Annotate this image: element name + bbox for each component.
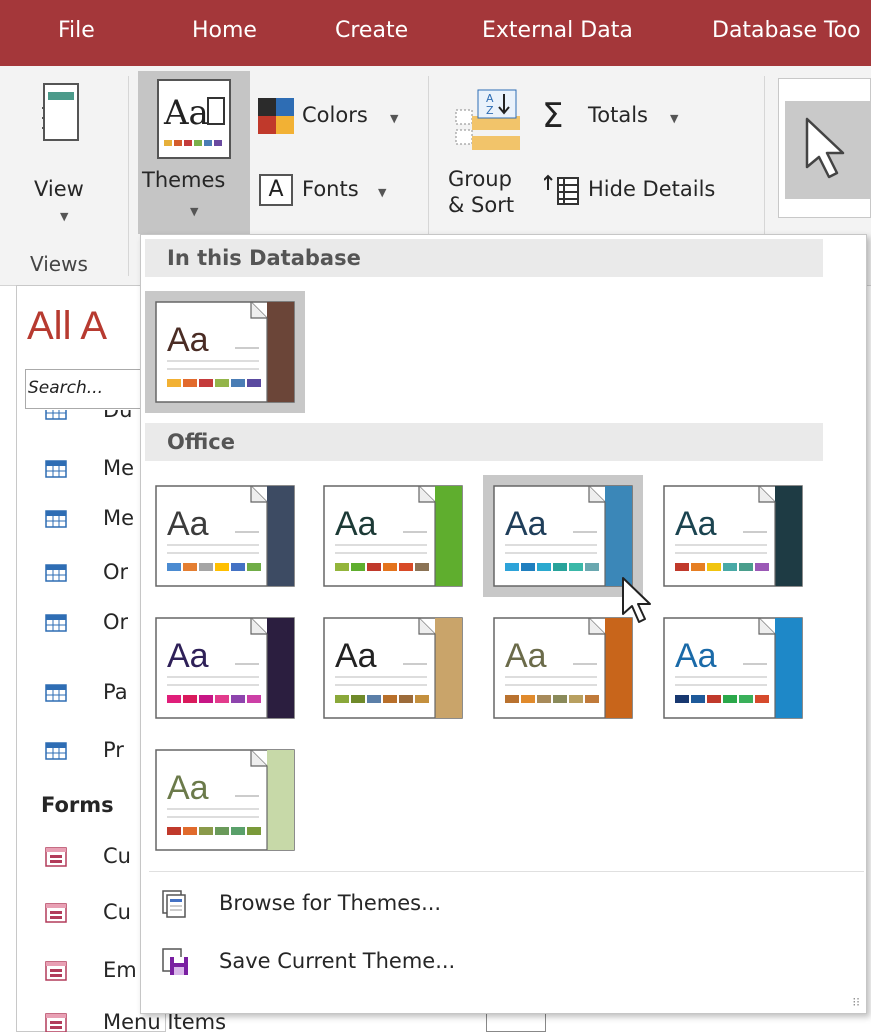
svg-text:Aa: Aa	[505, 505, 547, 543]
tab-database-tools[interactable]: Database Too	[712, 18, 861, 43]
view-label: View	[34, 177, 84, 201]
group-sort-button[interactable]: A Z Group & Sort	[444, 82, 534, 232]
form-icon	[45, 846, 67, 868]
save-current-theme-label: Save Current Theme...	[219, 949, 456, 973]
themes-button[interactable]: Aa Themes ▼	[138, 71, 250, 234]
svg-text:Aa: Aa	[675, 637, 717, 675]
theme-tile-office[interactable]: Aa	[653, 475, 813, 597]
table-icon	[45, 612, 67, 634]
theme-tile-office[interactable]: Aa	[145, 607, 305, 729]
theme-tile-office[interactable]: Aa	[313, 475, 473, 597]
svg-text:Z: Z	[486, 104, 494, 117]
table-icon	[45, 508, 67, 530]
colors-icon	[258, 98, 294, 134]
svg-text:Aa: Aa	[167, 321, 209, 359]
tab-external-data[interactable]: External Data	[482, 18, 633, 43]
theme-tile-office[interactable]: Aa	[145, 739, 305, 861]
group-sort-label-1: Group	[448, 167, 512, 191]
table-icon	[45, 562, 67, 584]
save-current-theme-item[interactable]: Save Current Theme...	[151, 943, 751, 983]
hide-details-icon	[543, 174, 580, 206]
hide-details-button[interactable]: Hide Details	[538, 170, 748, 214]
fonts-label: Fonts	[302, 177, 359, 201]
browse-for-themes-item[interactable]: Browse for Themes...	[151, 885, 751, 925]
theme-thumbnail: Aa	[155, 485, 295, 587]
svg-text:Aa: Aa	[335, 637, 377, 675]
group-separator	[128, 76, 129, 276]
themes-dropdown: In this Database Office Aa Aa Aa Aa Aa A…	[140, 234, 867, 1014]
themes-label: Themes	[142, 168, 226, 192]
theme-thumbnail: Aa	[155, 617, 295, 719]
theme-thumbnail: Aa	[663, 485, 803, 587]
svg-text:Aa: Aa	[167, 637, 209, 675]
theme-thumbnail: Aa	[323, 485, 463, 587]
view-icon	[40, 82, 82, 142]
ribbon-tab-bar: File Home Create External Data Database …	[0, 0, 871, 66]
chevron-down-icon: ▼	[390, 112, 399, 125]
resize-grip-icon[interactable]: ⁝⁝	[852, 995, 860, 1009]
tab-file[interactable]: File	[58, 18, 95, 43]
totals-label: Totals	[588, 103, 648, 127]
view-button[interactable]: View ▼	[26, 76, 104, 226]
search-input[interactable]: Search...	[25, 369, 155, 409]
svg-text:Aa: Aa	[505, 637, 547, 675]
svg-text:Aa: Aa	[167, 505, 209, 543]
views-group-label: Views	[30, 252, 88, 276]
totals-button[interactable]: Σ Totals ▼	[538, 96, 698, 140]
access-window: File Home Create External Data Database …	[0, 0, 871, 1032]
svg-text:Aa: Aa	[675, 505, 717, 543]
mouse-cursor-icon	[620, 576, 654, 626]
browse-for-themes-label: Browse for Themes...	[219, 891, 442, 915]
section-in-this-database: In this Database	[145, 239, 823, 277]
chevron-down-icon: ▼	[378, 186, 387, 199]
section-office: Office	[145, 423, 823, 461]
form-icon	[45, 902, 67, 924]
form-icon	[45, 960, 67, 982]
theme-tile-office[interactable]: Aa	[145, 475, 305, 597]
theme-tile-office[interactable]: Aa	[483, 607, 643, 729]
theme-thumbnail: Aa	[493, 617, 633, 719]
tab-home[interactable]: Home	[192, 18, 257, 43]
table-icon	[45, 410, 67, 422]
save-theme-icon	[161, 947, 191, 977]
theme-thumbnail: Aa	[155, 749, 295, 851]
theme-tile-office[interactable]: Aa	[653, 607, 813, 729]
theme-thumbnail: Aa	[323, 617, 463, 719]
chevron-down-icon: ▼	[60, 210, 69, 223]
theme-tile-database[interactable]: Aa	[145, 291, 305, 413]
svg-text:Aa: Aa	[163, 93, 209, 133]
table-icon	[45, 740, 67, 762]
chevron-down-icon: ▼	[670, 112, 679, 125]
fonts-icon: A	[259, 174, 293, 206]
forms-group-header[interactable]: Forms	[41, 793, 114, 817]
theme-tile-office[interactable]: Aa	[483, 475, 643, 597]
group-sort-label-2: & Sort	[448, 193, 515, 217]
table-icon	[45, 458, 67, 480]
colors-label: Colors	[302, 103, 368, 127]
nav-title: All A	[27, 304, 108, 348]
theme-thumbnail: Aa	[663, 617, 803, 719]
svg-text:Aa: Aa	[167, 769, 209, 807]
menu-separator	[149, 871, 864, 872]
hide-details-label: Hide Details	[588, 177, 716, 201]
colors-button[interactable]: Colors ▼	[256, 96, 406, 140]
theme-tile-office[interactable]: Aa	[313, 607, 473, 729]
chevron-down-icon: ▼	[190, 205, 199, 218]
form-icon	[45, 1012, 67, 1032]
theme-thumbnail: Aa	[155, 301, 295, 403]
browse-themes-icon	[161, 889, 191, 919]
group-separator	[764, 76, 765, 236]
pointer-icon	[803, 117, 855, 181]
select-pointer-button[interactable]	[778, 78, 871, 218]
group-sort-icon: A Z	[452, 86, 522, 152]
svg-text:Aa: Aa	[335, 505, 377, 543]
theme-thumbnail: Aa	[493, 485, 633, 587]
sigma-icon: Σ	[542, 96, 564, 136]
tab-create[interactable]: Create	[335, 18, 408, 43]
fonts-button[interactable]: A Fonts ▼	[256, 170, 406, 214]
group-separator	[428, 76, 429, 236]
themes-icon: Aa	[156, 78, 232, 160]
table-icon	[45, 682, 67, 704]
